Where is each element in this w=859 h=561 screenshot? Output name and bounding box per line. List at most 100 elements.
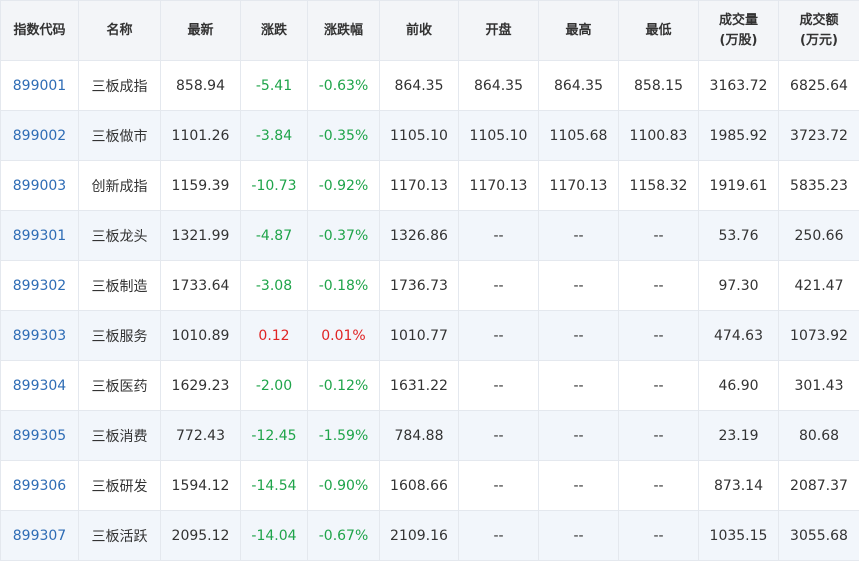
table-row[interactable]: 899304三板医药1629.23-2.00-0.12%1631.22-----… xyxy=(1,361,859,411)
low-price: 1100.83 xyxy=(619,111,699,161)
volume: 3163.72 xyxy=(699,61,779,111)
prev-close: 1736.73 xyxy=(380,261,459,311)
high-price: -- xyxy=(539,261,619,311)
change: -12.45 xyxy=(241,411,308,461)
index-code-link[interactable]: 899307 xyxy=(1,511,79,561)
amount: 6825.64 xyxy=(779,61,859,111)
table-row[interactable]: 899305三板消费772.43-12.45-1.59%784.88------… xyxy=(1,411,859,461)
index-code-link[interactable]: 899002 xyxy=(1,111,79,161)
table-row[interactable]: 899002三板做市1101.26-3.84-0.35%1105.101105.… xyxy=(1,111,859,161)
change: -4.87 xyxy=(241,211,308,261)
table-header-row: 指数代码名称最新涨跌涨跌幅前收开盘最高最低成交量(万股)成交额(万元) xyxy=(1,1,859,61)
header-high[interactable]: 最高 xyxy=(539,1,619,61)
header-name[interactable]: 名称 xyxy=(79,1,161,61)
low-price: 858.15 xyxy=(619,61,699,111)
change: -5.41 xyxy=(241,61,308,111)
last-price: 1733.64 xyxy=(161,261,241,311)
amount: 80.68 xyxy=(779,411,859,461)
change: -2.00 xyxy=(241,361,308,411)
open-price: -- xyxy=(459,211,539,261)
index-code-link[interactable]: 899303 xyxy=(1,311,79,361)
index-name: 三板龙头 xyxy=(79,211,161,261)
change-pct: -0.37% xyxy=(308,211,380,261)
table-row[interactable]: 899303三板服务1010.890.120.01%1010.77------4… xyxy=(1,311,859,361)
open-price: -- xyxy=(459,311,539,361)
volume: 97.30 xyxy=(699,261,779,311)
table-row[interactable]: 899307三板活跃2095.12-14.04-0.67%2109.16----… xyxy=(1,511,859,561)
change-pct: -0.18% xyxy=(308,261,380,311)
change: -14.54 xyxy=(241,461,308,511)
open-price: -- xyxy=(459,411,539,461)
index-code-link[interactable]: 899304 xyxy=(1,361,79,411)
volume: 1919.61 xyxy=(699,161,779,211)
volume: 1035.15 xyxy=(699,511,779,561)
prev-close: 2109.16 xyxy=(380,511,459,561)
index-name: 三板研发 xyxy=(79,461,161,511)
high-price: -- xyxy=(539,511,619,561)
table-row[interactable]: 899301三板龙头1321.99-4.87-0.37%1326.86-----… xyxy=(1,211,859,261)
change-pct: -1.59% xyxy=(308,411,380,461)
index-code-link[interactable]: 899305 xyxy=(1,411,79,461)
amount: 5835.23 xyxy=(779,161,859,211)
prev-close: 1010.77 xyxy=(380,311,459,361)
open-price: 1170.13 xyxy=(459,161,539,211)
header-prev-close[interactable]: 前收 xyxy=(380,1,459,61)
volume: 873.14 xyxy=(699,461,779,511)
change: 0.12 xyxy=(241,311,308,361)
amount: 250.66 xyxy=(779,211,859,261)
index-name: 三板成指 xyxy=(79,61,161,111)
prev-close: 1105.10 xyxy=(380,111,459,161)
change: -10.73 xyxy=(241,161,308,211)
header-amount[interactable]: 成交额(万元) xyxy=(779,1,859,61)
prev-close: 1326.86 xyxy=(380,211,459,261)
last-price: 1159.39 xyxy=(161,161,241,211)
header-change-pct[interactable]: 涨跌幅 xyxy=(308,1,380,61)
open-price: -- xyxy=(459,511,539,561)
prev-close: 1631.22 xyxy=(380,361,459,411)
low-price: -- xyxy=(619,411,699,461)
volume: 53.76 xyxy=(699,211,779,261)
index-name: 三板活跃 xyxy=(79,511,161,561)
index-code-link[interactable]: 899302 xyxy=(1,261,79,311)
amount: 301.43 xyxy=(779,361,859,411)
open-price: -- xyxy=(459,261,539,311)
index-code-link[interactable]: 899306 xyxy=(1,461,79,511)
high-price: -- xyxy=(539,211,619,261)
open-price: 1105.10 xyxy=(459,111,539,161)
amount: 3723.72 xyxy=(779,111,859,161)
low-price: -- xyxy=(619,311,699,361)
header-index-code[interactable]: 指数代码 xyxy=(1,1,79,61)
high-price: -- xyxy=(539,411,619,461)
change: -14.04 xyxy=(241,511,308,561)
table-row[interactable]: 899306三板研发1594.12-14.54-0.90%1608.66----… xyxy=(1,461,859,511)
header-last[interactable]: 最新 xyxy=(161,1,241,61)
index-name: 三板医药 xyxy=(79,361,161,411)
low-price: -- xyxy=(619,361,699,411)
change: -3.84 xyxy=(241,111,308,161)
low-price: 1158.32 xyxy=(619,161,699,211)
last-price: 772.43 xyxy=(161,411,241,461)
index-code-link[interactable]: 899301 xyxy=(1,211,79,261)
change-pct: -0.90% xyxy=(308,461,380,511)
index-name: 三板制造 xyxy=(79,261,161,311)
table-row[interactable]: 899302三板制造1733.64-3.08-0.18%1736.73-----… xyxy=(1,261,859,311)
amount: 1073.92 xyxy=(779,311,859,361)
last-price: 1321.99 xyxy=(161,211,241,261)
high-price: 1105.68 xyxy=(539,111,619,161)
table-row[interactable]: 899001三板成指858.94-5.41-0.63%864.35864.358… xyxy=(1,61,859,111)
header-volume[interactable]: 成交量(万股) xyxy=(699,1,779,61)
volume: 474.63 xyxy=(699,311,779,361)
amount: 2087.37 xyxy=(779,461,859,511)
header-low[interactable]: 最低 xyxy=(619,1,699,61)
index-code-link[interactable]: 899003 xyxy=(1,161,79,211)
change-pct: -0.92% xyxy=(308,161,380,211)
header-open[interactable]: 开盘 xyxy=(459,1,539,61)
change: -3.08 xyxy=(241,261,308,311)
volume: 1985.92 xyxy=(699,111,779,161)
table-row[interactable]: 899003创新成指1159.39-10.73-0.92%1170.131170… xyxy=(1,161,859,211)
table-body: 899001三板成指858.94-5.41-0.63%864.35864.358… xyxy=(1,61,859,561)
low-price: -- xyxy=(619,461,699,511)
index-code-link[interactable]: 899001 xyxy=(1,61,79,111)
header-change[interactable]: 涨跌 xyxy=(241,1,308,61)
volume: 23.19 xyxy=(699,411,779,461)
